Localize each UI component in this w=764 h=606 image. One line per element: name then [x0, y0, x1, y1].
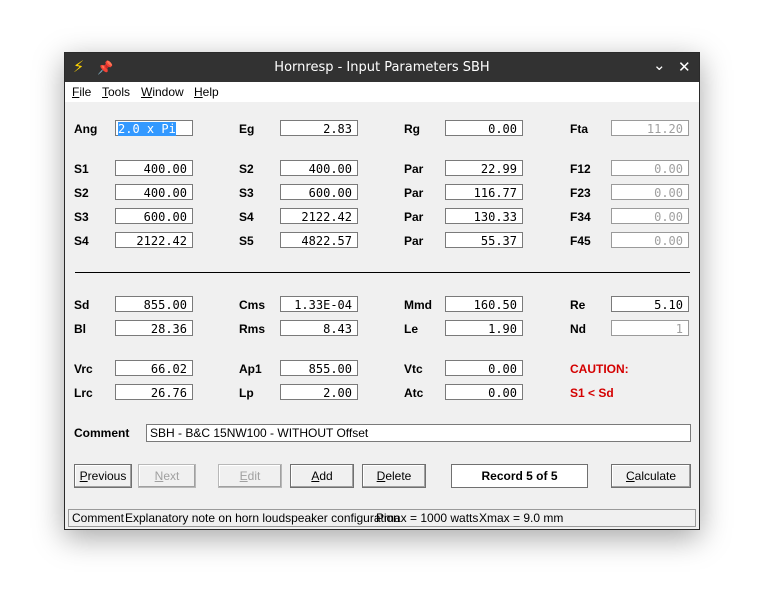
comment-field[interactable]: SBH - B&C 15NW100 - WITHOUT Offset	[146, 424, 691, 442]
close-icon[interactable]: ✕	[678, 58, 691, 76]
label-rg: Rg	[404, 122, 420, 136]
label-s4-left: S4	[74, 234, 89, 248]
label-ap1: Ap1	[239, 362, 262, 376]
label-par: Par	[404, 210, 424, 224]
calculate-button[interactable]: Calculate	[611, 464, 691, 488]
status-bar: Comment Explanatory note on horn loudspe…	[68, 509, 696, 527]
f12-field: 0.00	[611, 160, 689, 176]
s5-field[interactable]: 4822.57	[280, 232, 358, 248]
menu-file[interactable]: File	[72, 85, 91, 99]
label-s2: S2	[239, 162, 254, 176]
menu-window[interactable]: Window	[141, 85, 184, 99]
chevron-down-icon[interactable]: ⌄	[653, 56, 666, 74]
par2-field[interactable]: 116.77	[445, 184, 523, 200]
lrc-field[interactable]: 26.76	[115, 384, 193, 400]
label-cms: Cms	[239, 298, 266, 312]
bl-field[interactable]: 28.36	[115, 320, 193, 336]
label-rms: Rms	[239, 322, 266, 336]
label-f12: F12	[570, 162, 591, 176]
label-sd: Sd	[74, 298, 90, 312]
mmd-field[interactable]: 160.50	[445, 296, 523, 312]
fta-field: 11.20	[611, 120, 689, 136]
f34-field: 0.00	[611, 208, 689, 224]
eg-field[interactable]: 2.83	[280, 120, 358, 136]
window-title: Hornresp - Input Parameters SBH	[274, 60, 490, 75]
s4-left-field[interactable]: 2122.42	[115, 232, 193, 248]
title-bar: ⚡ 📌 Hornresp - Input Parameters SBH ⌄ ✕	[65, 53, 699, 82]
sd-field[interactable]: 855.00	[115, 296, 193, 312]
re-field[interactable]: 5.10	[611, 296, 689, 312]
add-button[interactable]: Add	[290, 464, 354, 488]
par4-field[interactable]: 55.37	[445, 232, 523, 248]
label-s3: S3	[239, 186, 254, 200]
s3-left-field[interactable]: 600.00	[115, 208, 193, 224]
label-lp: Lp	[239, 386, 254, 400]
label-f23: F23	[570, 186, 591, 200]
label-bl: Bl	[74, 322, 86, 336]
vtc-field[interactable]: 0.00	[445, 360, 523, 376]
status-pmax: Pmax = 1000 watts	[376, 511, 479, 525]
label-mmd: Mmd	[404, 298, 432, 312]
next-button[interactable]: Next	[138, 464, 196, 488]
status-xmax: Xmax = 9.0 mm	[479, 511, 564, 525]
label-fta: Fta	[570, 122, 588, 136]
ap1-field[interactable]: 855.00	[280, 360, 358, 376]
atc-field[interactable]: 0.00	[445, 384, 523, 400]
s1-field[interactable]: 400.00	[115, 160, 193, 176]
lp-field[interactable]: 2.00	[280, 384, 358, 400]
s2-left-field[interactable]: 400.00	[115, 184, 193, 200]
label-vrc: Vrc	[74, 362, 93, 376]
label-par: Par	[404, 234, 424, 248]
status-field-name: Comment	[72, 511, 125, 525]
label-vtc: Vtc	[404, 362, 423, 376]
label-s5: S5	[239, 234, 254, 248]
label-f45: F45	[570, 234, 591, 248]
main-window: ⚡ 📌 Hornresp - Input Parameters SBH ⌄ ✕ …	[64, 52, 700, 530]
label-s2-left: S2	[74, 186, 89, 200]
label-ang: Ang	[74, 122, 98, 136]
previous-button[interactable]: Previous	[74, 464, 132, 488]
nd-field: 1	[611, 320, 689, 336]
section-divider	[75, 272, 690, 273]
label-s1: S1	[74, 162, 89, 176]
label-f34: F34	[570, 210, 591, 224]
menu-help[interactable]: Help	[194, 85, 219, 99]
status-note: Explanatory note on horn loudspeaker con…	[125, 511, 400, 525]
rms-field[interactable]: 8.43	[280, 320, 358, 336]
label-atc: Atc	[404, 386, 424, 400]
par3-field[interactable]: 130.33	[445, 208, 523, 224]
label-lrc: Lrc	[74, 386, 93, 400]
vrc-field[interactable]: 66.02	[115, 360, 193, 376]
edit-button[interactable]: Edit	[218, 464, 282, 488]
label-s3-left: S3	[74, 210, 89, 224]
record-indicator: Record 5 of 5	[451, 464, 588, 488]
ang-field[interactable]: 2.0 x Pi	[115, 120, 193, 136]
s2-field[interactable]: 400.00	[280, 160, 358, 176]
label-re: Re	[570, 298, 586, 312]
s4-field[interactable]: 2122.42	[280, 208, 358, 224]
rg-field[interactable]: 0.00	[445, 120, 523, 136]
menu-bar: File Tools Window Help	[65, 82, 699, 102]
label-par: Par	[404, 162, 424, 176]
delete-button[interactable]: Delete	[362, 464, 426, 488]
s3-field[interactable]: 600.00	[280, 184, 358, 200]
label-comment: Comment	[74, 426, 130, 440]
f45-field: 0.00	[611, 232, 689, 248]
label-nd: Nd	[570, 322, 586, 336]
caution-text: S1 < Sd	[570, 386, 614, 400]
menu-tools[interactable]: Tools	[102, 85, 130, 99]
label-s4: S4	[239, 210, 254, 224]
cms-field[interactable]: 1.33E-04	[280, 296, 358, 312]
le-field[interactable]: 1.90	[445, 320, 523, 336]
label-eg: Eg	[239, 122, 255, 136]
label-le: Le	[404, 322, 419, 336]
f23-field: 0.00	[611, 184, 689, 200]
par1-field[interactable]: 22.99	[445, 160, 523, 176]
caution-title: CAUTION:	[570, 362, 629, 376]
label-par: Par	[404, 186, 424, 200]
